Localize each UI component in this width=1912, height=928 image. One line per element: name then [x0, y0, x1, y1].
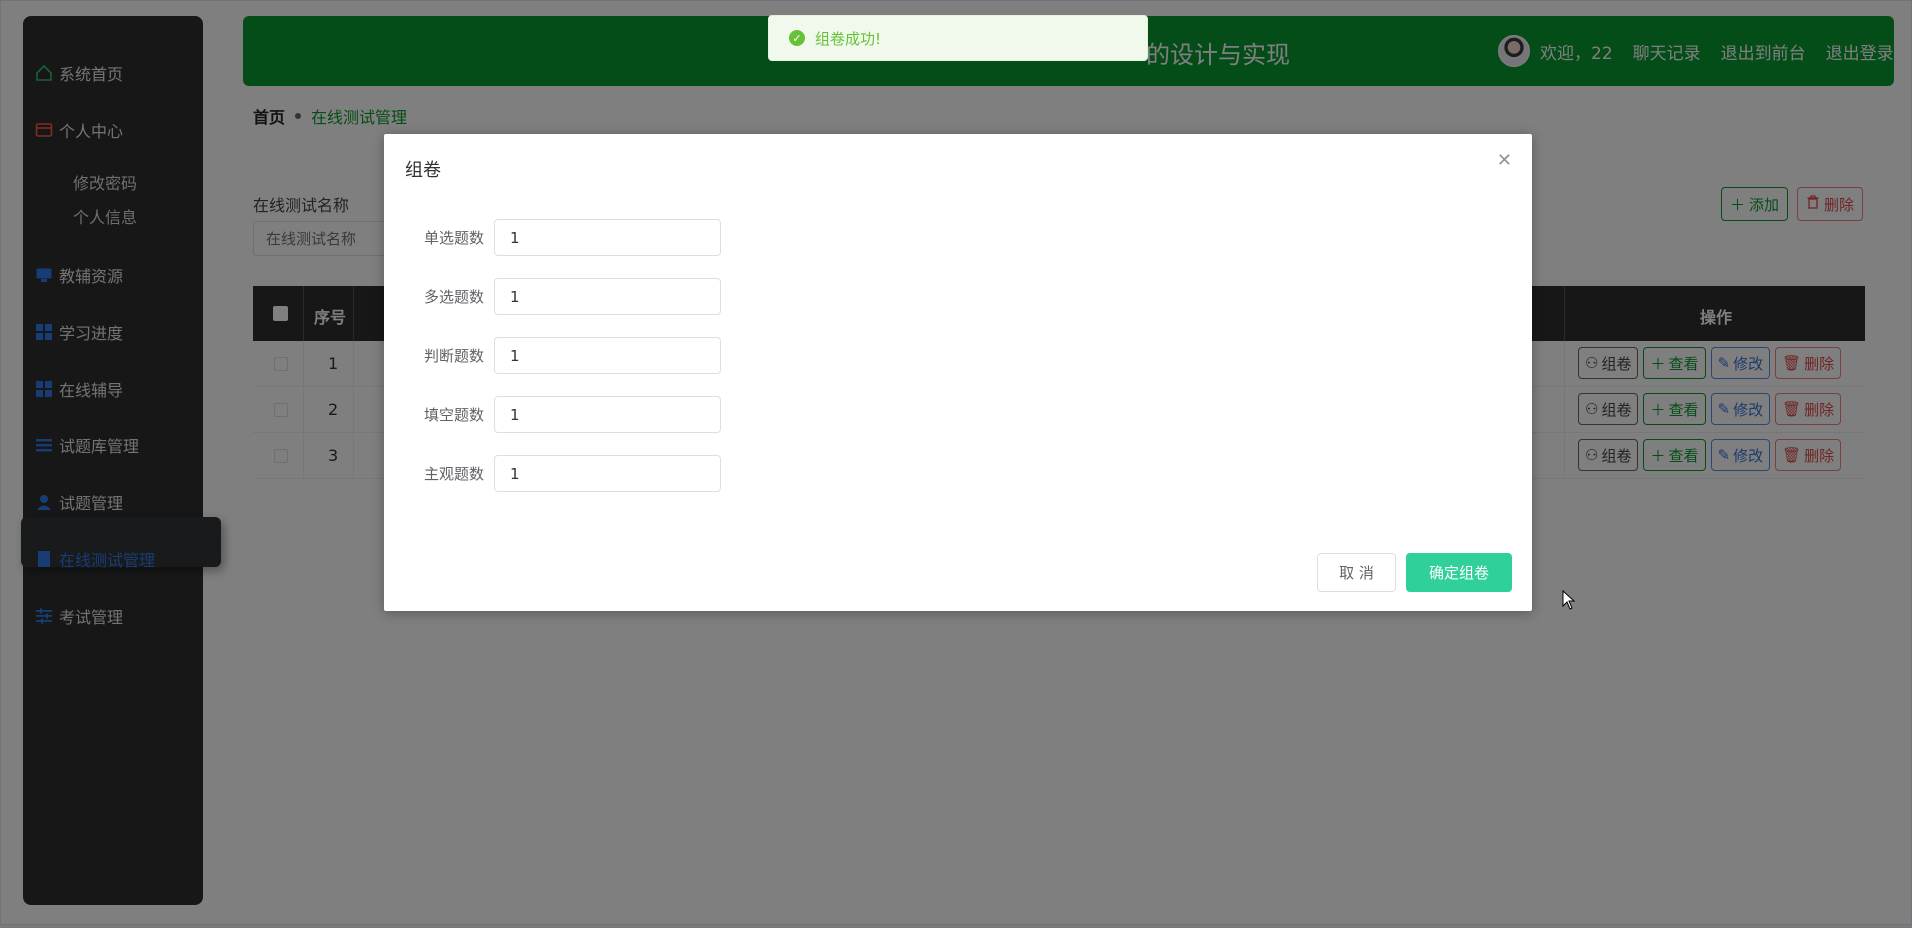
success-toast: ✓ 组卷成功! [768, 15, 1148, 61]
true-false-count-input[interactable] [494, 337, 721, 374]
compose-paper-dialog: 组卷 ✕ 单选题数 多选题数 判断题数 填空题数 主观题数 取 消 确定组卷 [384, 134, 1532, 611]
check-circle-icon: ✓ [789, 30, 805, 46]
subjective-count-input[interactable] [494, 455, 721, 492]
dialog-title: 组卷 [405, 160, 441, 181]
form-row-subjective: 主观题数 [404, 455, 721, 492]
close-icon[interactable]: ✕ [1497, 152, 1512, 170]
field-label: 填空题数 [423, 406, 484, 424]
mouse-cursor-icon [1562, 590, 1576, 610]
field-label: 单选题数 [423, 229, 484, 247]
form-row-fill-blank: 填空题数 [404, 396, 721, 433]
cancel-button[interactable]: 取 消 [1317, 553, 1396, 592]
field-label: 多选题数 [423, 288, 484, 306]
form-row-true-false: 判断题数 [404, 337, 721, 374]
fill-blank-count-input[interactable] [494, 396, 721, 433]
toast-message: 组卷成功! [815, 29, 882, 48]
multi-choice-count-input[interactable] [494, 278, 721, 315]
field-label: 判断题数 [423, 347, 484, 365]
confirm-compose-button[interactable]: 确定组卷 [1406, 553, 1512, 592]
form-row-multi-choice: 多选题数 [404, 278, 721, 315]
single-choice-count-input[interactable] [494, 219, 721, 256]
form-row-single-choice: 单选题数 [404, 219, 721, 256]
field-label: 主观题数 [423, 465, 484, 483]
